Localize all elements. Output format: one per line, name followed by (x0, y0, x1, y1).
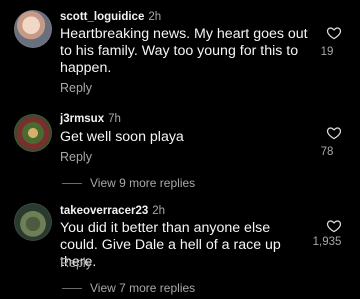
view-more-replies-label: View 7 more replies (90, 281, 196, 295)
username[interactable]: takeoverracer23 (60, 205, 148, 217)
comment-author[interactable]: takeoverracer23 2h (60, 205, 165, 217)
reply-button[interactable]: Reply (60, 256, 92, 270)
divider-line (62, 287, 82, 289)
comment-text: You did it better than anyone else could… (60, 220, 281, 270)
comment-item: takeoverracer23 2h You did it better than… (0, 0, 360, 299)
avatar[interactable] (14, 203, 52, 241)
heart-icon[interactable] (326, 218, 342, 234)
timestamp: 2h (152, 205, 166, 217)
like-count: 1,935 (312, 236, 342, 248)
view-more-replies-button[interactable]: View 7 more replies (62, 281, 195, 295)
